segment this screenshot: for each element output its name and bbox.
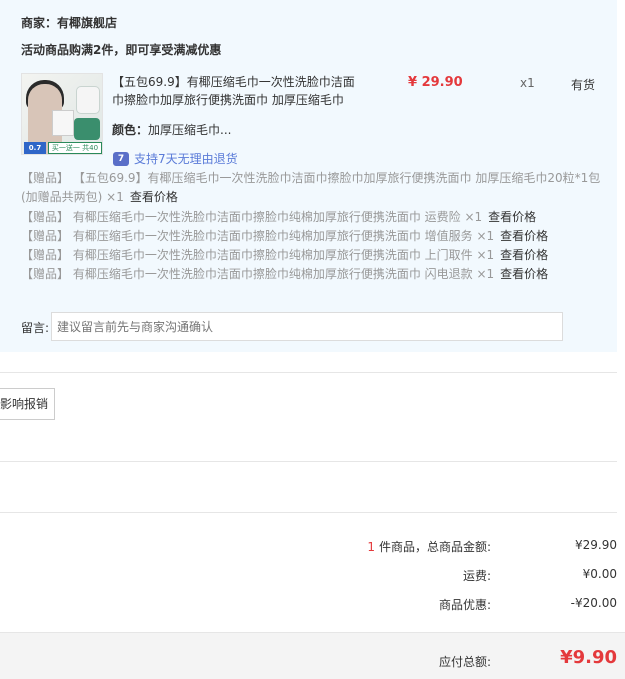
product-title[interactable]: 【五包69.9】有椰压缩毛巾一次性洗脸巾洁面巾擦脸巾加厚旅行便携洗面巾 加厚压缩… [112, 73, 362, 109]
view-price-link[interactable]: 查看价格 [488, 210, 536, 224]
discount-value: -¥20.00 [570, 596, 617, 610]
thumb-strip: 买一送一 共40粒 [48, 142, 102, 154]
divider [0, 461, 617, 462]
product-thumbnail[interactable]: 0.7 买一送一 共40粒 [21, 73, 103, 155]
gift-item: 【赠品】 有椰压缩毛巾一次性洗脸巾洁面巾擦脸巾纯棉加厚旅行便携洗面巾 增值服务 … [21, 229, 549, 243]
view-price-link[interactable]: 查看价格 [500, 229, 548, 243]
gift-item-main: 【赠品】 【五包69.9】有椰压缩毛巾一次性洗脸巾洁面巾擦脸巾加厚旅行便携洗面巾… [21, 171, 601, 204]
gift-item: 【赠品】 有椰压缩毛巾一次性洗脸巾洁面巾擦脸巾纯棉加厚旅行便携洗面巾 上门取件 … [21, 248, 549, 262]
thumb-badge: 0.7 [24, 142, 46, 154]
return-policy: 7 支持7天无理由退货 [113, 150, 238, 167]
message-input[interactable] [51, 312, 563, 341]
total-value: ¥9.90 [560, 647, 617, 668]
discount-label: 商品优惠: [438, 598, 491, 612]
shipping-value: ¥0.00 [582, 567, 617, 581]
promo-text: 活动商品购满2件，即可享受满减优惠 [21, 43, 222, 57]
gift-item: 【赠品】 有椰压缩毛巾一次性洗脸巾洁面巾擦脸巾纯棉加厚旅行便携洗面巾 闪电退款 … [21, 267, 549, 281]
message-label: 留言: [21, 321, 50, 335]
product-color: 颜色：加厚压缩毛巾... [112, 123, 232, 137]
shop-order-block: 商家：有椰旗舰店 活动商品购满2件，即可享受满减优惠 0.7 买一送一 共40粒… [0, 0, 617, 352]
view-price-link[interactable]: 查看价格 [130, 190, 178, 204]
divider [0, 372, 617, 373]
shop-name: 商家：有椰旗舰店 [21, 16, 118, 30]
gift-item: 【赠品】 有椰压缩毛巾一次性洗脸巾洁面巾擦脸巾纯棉加厚旅行便携洗面巾 运费险 ×… [21, 210, 537, 224]
return-7day-icon: 7 [113, 151, 129, 166]
invoice-button[interactable]: 影响报销 [0, 388, 55, 420]
view-price-link[interactable]: 查看价格 [500, 248, 548, 262]
stock-status: 有货 [571, 78, 596, 92]
divider [0, 512, 617, 513]
subtotal-value: ¥29.90 [575, 538, 617, 552]
view-price-link[interactable]: 查看价格 [500, 267, 548, 281]
product-price: ¥ 29.90 [408, 75, 463, 90]
subtotal-label: 1 件商品，总商品金额: [367, 540, 491, 554]
product-quantity: x1 [520, 76, 535, 90]
total-bar: 应付总额: ¥9.90 [0, 632, 625, 679]
total-label: 应付总额: [438, 655, 491, 669]
shipping-label: 运费: [462, 569, 491, 583]
